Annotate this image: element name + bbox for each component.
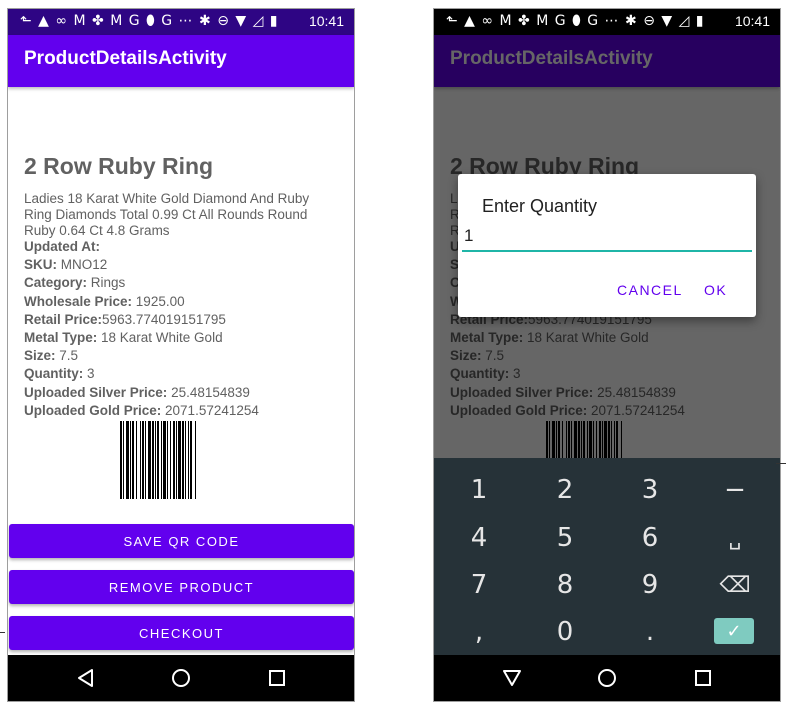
status-bar: ⬑ ▲ ∞ M ✤ M G ⬮ G ⋯ ✱ ⊖ ▼ ◿ ▮ 10:41: [8, 9, 354, 35]
key-5[interactable]: 5: [522, 515, 608, 561]
back-triangle-icon[interactable]: [502, 667, 522, 691]
stray-mark: [776, 463, 786, 464]
home-circle-icon[interactable]: [597, 668, 617, 692]
key-9[interactable]: 9: [607, 562, 693, 608]
field-size: Size: 7.5: [24, 348, 79, 364]
status-time: 10:41: [734, 13, 770, 29]
right-phone-screen: ⬑ ▲ ∞ M ✤ M G ⬮ G ⋯ ✱ ⊖ ▼ ◿ ▮ 10:41 Prod…: [433, 8, 781, 702]
field-metal-type: Metal Type: 18 Karat White Gold: [24, 329, 223, 345]
status-icons: ⬑ ▲ ∞ M ✤ M G ⬮ G ⋯ ✱ ⊖ ▼ ◿ ▮: [20, 13, 279, 29]
barcode-bar: [196, 421, 197, 499]
field-gold-price: Uploaded Gold Price: 2071.57241254: [24, 402, 259, 418]
quantity-dialog: Enter Quantity 1 CANCEL OK: [458, 174, 756, 317]
recents-square-icon[interactable]: [695, 670, 711, 690]
product-fields: Updated At: SKU: MNO12 Category: Rings W…: [24, 238, 344, 420]
field-category: Category: Rings: [24, 275, 126, 291]
ok-button[interactable]: OK: [704, 282, 727, 298]
stray-mark: [0, 632, 5, 633]
save-qr-code-button[interactable]: SAVE QR CODE: [9, 524, 354, 558]
field-wholesale-price: Wholesale Price: 1925.00: [24, 293, 185, 309]
field-quantity: Quantity: 3: [24, 366, 95, 382]
key-2[interactable]: 2: [522, 467, 608, 513]
barcode-image: [120, 421, 260, 499]
home-circle-icon[interactable]: [171, 668, 191, 692]
status-bar: ⬑ ▲ ∞ M ✤ M G ⬮ G ⋯ ✱ ⊖ ▼ ◿ ▮ 10:41: [434, 9, 780, 35]
done-check-icon[interactable]: ✓: [714, 618, 754, 644]
checkout-button[interactable]: CHECKOUT: [9, 616, 354, 650]
key-7[interactable]: 7: [436, 562, 522, 608]
key-4[interactable]: 4: [436, 515, 522, 561]
remove-product-button[interactable]: REMOVE PRODUCT: [9, 570, 354, 604]
field-sku: SKU: MNO12: [24, 257, 108, 273]
app-bar-title: ProductDetailsActivity: [24, 48, 227, 69]
field-retail-price: Retail Price:5963.774019151795: [24, 311, 226, 327]
key-comma[interactable]: ,: [436, 609, 522, 655]
key-8[interactable]: 8: [522, 562, 608, 608]
key-0[interactable]: 0: [522, 609, 608, 655]
navigation-bar: [434, 655, 780, 701]
app-bar: ProductDetailsActivity: [8, 35, 354, 87]
recents-square-icon[interactable]: [269, 670, 285, 690]
key-1[interactable]: 1: [436, 467, 522, 513]
left-phone-screen: ⬑ ▲ ∞ M ✤ M G ⬮ G ⋯ ✱ ⊖ ▼ ◿ ▮ 10:41 Prod…: [7, 8, 355, 702]
quantity-input[interactable]: 1: [462, 226, 752, 252]
space-key-icon[interactable]: ␣: [692, 515, 778, 561]
numeric-keyboard: 1 2 3 − 4 5 6 ␣ 7 8 9 ⌫ , 0 . ✓: [434, 458, 780, 655]
key-period[interactable]: .: [607, 609, 693, 655]
cancel-button[interactable]: CANCEL: [617, 282, 683, 298]
dialog-title: Enter Quantity: [482, 196, 598, 216]
status-icons: ⬑ ▲ ∞ M ✤ M G ⬮ G ⋯ ✱ ⊖ ▼ ◿ ▮: [446, 13, 705, 29]
status-time: 10:41: [308, 13, 344, 29]
field-updated-at: Updated At:: [24, 239, 100, 254]
navigation-bar: [8, 655, 354, 701]
back-triangle-icon[interactable]: [76, 668, 96, 692]
key-minus[interactable]: −: [692, 467, 778, 513]
key-3[interactable]: 3: [607, 467, 693, 513]
product-title: 2 Row Ruby Ring: [24, 153, 214, 179]
key-6[interactable]: 6: [607, 515, 693, 561]
field-silver-price: Uploaded Silver Price: 25.48154839: [24, 384, 250, 400]
backspace-icon[interactable]: ⌫: [692, 562, 778, 608]
product-description: Ladies 18 Karat White Gold Diamond And R…: [24, 191, 310, 238]
